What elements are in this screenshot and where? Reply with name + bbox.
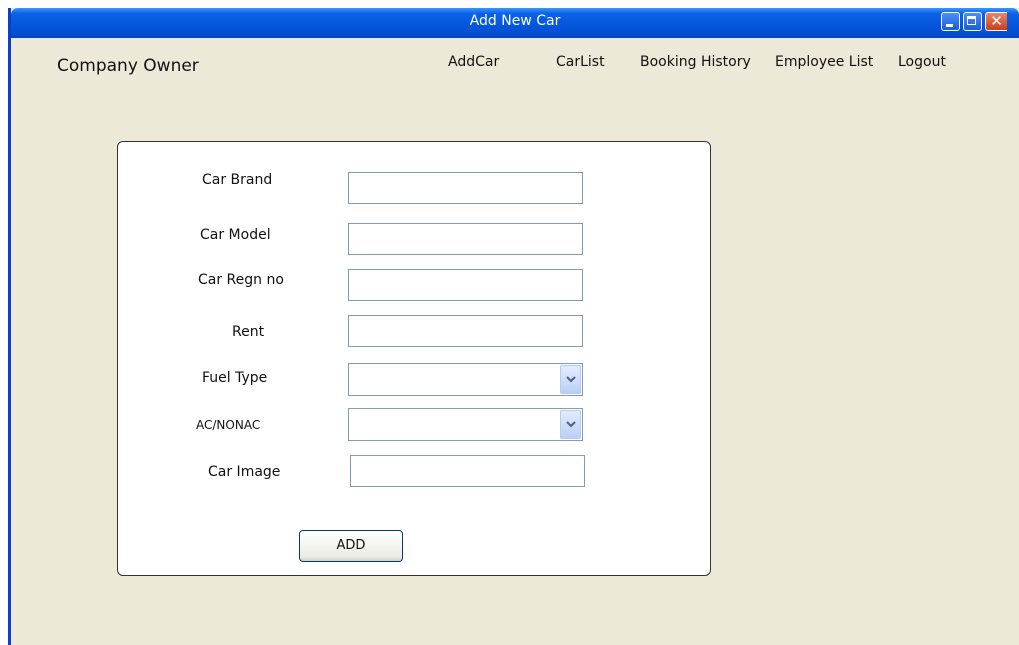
ac-nonac-dropdown-button[interactable] xyxy=(560,410,581,439)
maximize-icon xyxy=(967,16,976,25)
rent-label: Rent xyxy=(232,324,265,340)
nav-carlist[interactable]: CarList xyxy=(556,54,605,70)
fuel-type-select[interactable] xyxy=(348,363,583,396)
car-image-input[interactable] xyxy=(350,455,585,487)
rent-input[interactable] xyxy=(348,315,583,347)
car-regn-no-input[interactable] xyxy=(348,269,583,301)
car-image-label: Car Image xyxy=(208,464,281,480)
add-car-form: Car Brand Car Model Car Regn no Rent Fue… xyxy=(117,141,711,576)
ac-nonac-label: AC/NONAC xyxy=(196,418,261,432)
car-brand-input[interactable] xyxy=(348,172,583,204)
nav-employee-list[interactable]: Employee List xyxy=(775,54,873,70)
title-bar[interactable]: Add New Car ✕ xyxy=(11,8,1019,38)
nav-booking-history[interactable]: Booking History xyxy=(640,54,751,70)
ac-nonac-select[interactable] xyxy=(348,408,583,441)
close-icon: ✕ xyxy=(990,12,1003,30)
car-regn-no-label: Car Regn no xyxy=(198,272,284,288)
app-window: Add New Car ✕ Company Owner AddCar CarLi… xyxy=(8,8,1019,645)
car-model-label: Car Model xyxy=(200,227,271,243)
minimize-button[interactable] xyxy=(941,12,960,31)
nav-addcar[interactable]: AddCar xyxy=(448,54,499,70)
fuel-type-label: Fuel Type xyxy=(202,370,268,386)
car-model-input[interactable] xyxy=(348,223,583,255)
add-button[interactable]: ADD xyxy=(299,530,403,562)
window-title: Add New Car xyxy=(469,13,561,29)
car-brand-label: Car Brand xyxy=(202,172,273,188)
brand-label: Company Owner xyxy=(57,56,199,76)
nav-logout[interactable]: Logout xyxy=(898,54,946,70)
minimize-icon xyxy=(946,24,953,27)
close-button[interactable]: ✕ xyxy=(985,12,1007,31)
maximize-button[interactable] xyxy=(963,12,982,31)
fuel-type-dropdown-button[interactable] xyxy=(560,365,581,394)
